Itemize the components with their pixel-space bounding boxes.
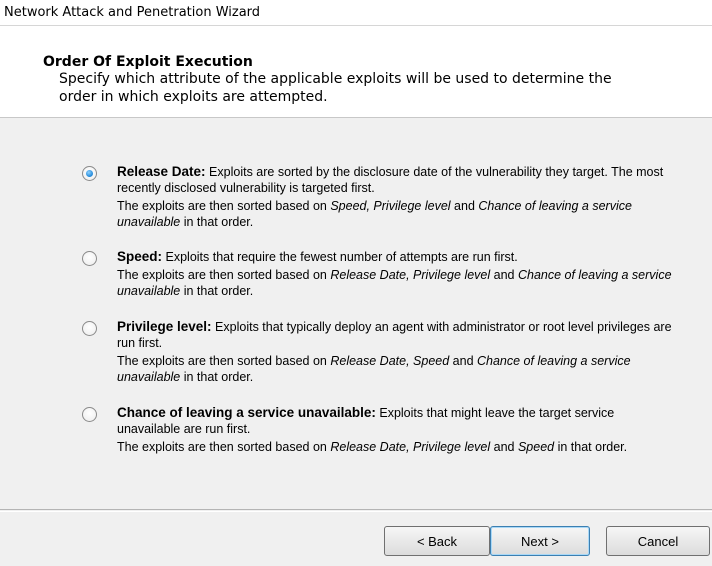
then-italic: Release Date, Privilege level bbox=[330, 440, 491, 454]
radio-privilege-level[interactable] bbox=[82, 321, 97, 336]
then-prefix: The exploits are then sorted based on bbox=[117, 440, 331, 454]
radio-release-date[interactable] bbox=[82, 166, 97, 181]
wizard-body: Release Date: Exploits are sorted by the… bbox=[0, 118, 712, 510]
page-description: Specify which attribute of the applicabl… bbox=[59, 71, 612, 105]
option-label: Speed: bbox=[117, 249, 163, 264]
wizard-header: Order Of Exploit Execution Specify which… bbox=[0, 26, 712, 118]
option-label: Chance of leaving a service unavailable: bbox=[117, 405, 376, 420]
then-prefix: The exploits are then sorted based on bbox=[117, 354, 331, 368]
then-suffix: in that order. bbox=[180, 215, 254, 229]
then-prefix: The exploits are then sorted based on bbox=[117, 268, 331, 282]
then-italic2: Speed bbox=[517, 440, 555, 454]
option-text: Privilege level: Exploits that typically… bbox=[117, 319, 677, 385]
next-button[interactable]: Next > bbox=[490, 526, 590, 556]
then-mid: and bbox=[449, 354, 477, 368]
then-mid: and bbox=[490, 440, 518, 454]
title-bar: Network Attack and Penetration Wizard bbox=[0, 0, 712, 26]
back-button[interactable]: < Back bbox=[384, 526, 490, 556]
option-then-sorted: The exploits are then sorted based on Sp… bbox=[117, 198, 677, 230]
option-label: Release Date: bbox=[117, 164, 206, 179]
cancel-button[interactable]: Cancel bbox=[606, 526, 710, 556]
option-description: Exploits that require the fewest number … bbox=[165, 250, 518, 264]
then-mid: and bbox=[490, 268, 518, 282]
option-text: Chance of leaving a service unavailable:… bbox=[117, 405, 677, 455]
then-suffix: in that order. bbox=[180, 284, 254, 298]
then-italic: Speed, Privilege level bbox=[330, 199, 451, 213]
option-then-sorted: The exploits are then sorted based on Re… bbox=[117, 353, 677, 385]
option-then-sorted: The exploits are then sorted based on Re… bbox=[117, 439, 677, 455]
radio-chance-unavailable[interactable] bbox=[82, 407, 97, 422]
then-mid: and bbox=[450, 199, 479, 213]
wizard-footer: < Back Next > Cancel bbox=[0, 511, 712, 566]
option-text: Speed: Exploits that require the fewest … bbox=[117, 249, 677, 299]
wizard-window: Network Attack and Penetration Wizard Or… bbox=[0, 0, 712, 566]
option-label: Privilege level: bbox=[117, 319, 212, 334]
window-title: Network Attack and Penetration Wizard bbox=[4, 5, 261, 20]
then-italic: Release Date, Speed bbox=[330, 354, 450, 368]
then-prefix: The exploits are then sorted based on bbox=[117, 199, 331, 213]
option-text: Release Date: Exploits are sorted by the… bbox=[117, 164, 677, 230]
then-italic: Release Date, Privilege level bbox=[330, 268, 491, 282]
then-suffix: in that order. bbox=[554, 440, 628, 454]
then-suffix: in that order. bbox=[180, 370, 254, 384]
page-title: Order Of Exploit Execution bbox=[43, 54, 253, 70]
radio-speed[interactable] bbox=[82, 251, 97, 266]
option-then-sorted: The exploits are then sorted based on Re… bbox=[117, 267, 677, 299]
